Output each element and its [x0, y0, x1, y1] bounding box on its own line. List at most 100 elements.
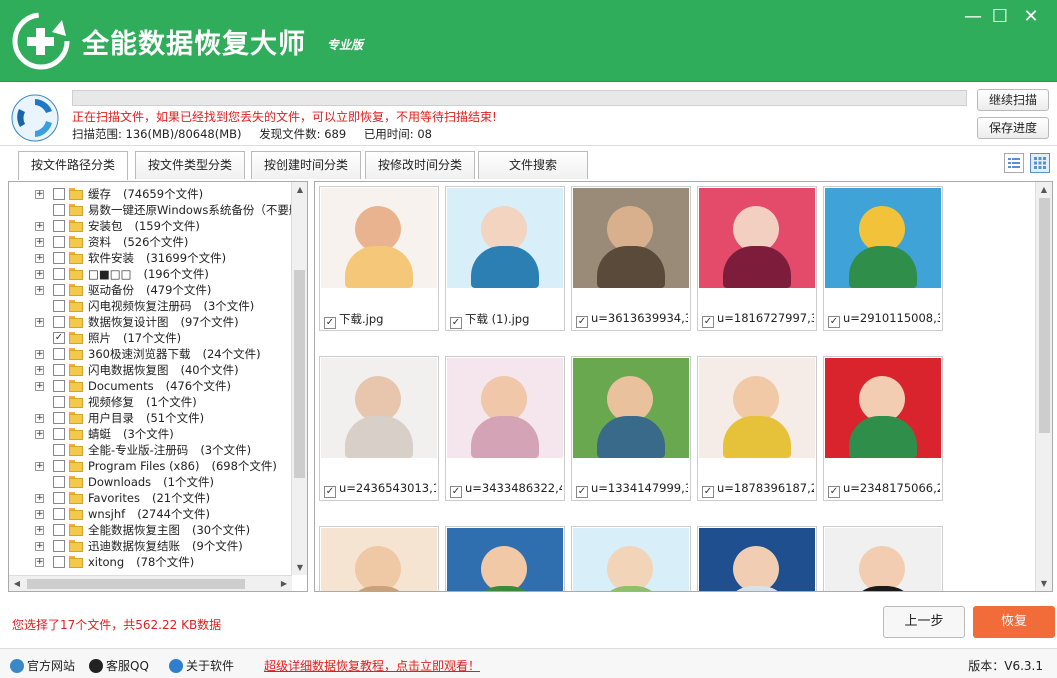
- tab-by-created[interactable]: 按创建时间分类: [251, 151, 361, 179]
- tree-checkbox[interactable]: [53, 412, 65, 424]
- file-thumbnail[interactable]: [697, 526, 817, 591]
- expand-icon[interactable]: +: [35, 318, 44, 327]
- file-checkbox[interactable]: ✓: [324, 317, 336, 329]
- file-thumbnail[interactable]: ✓u=3433486322,4...: [445, 356, 565, 501]
- tree-row[interactable]: + 驱动备份 (479个文件): [9, 282, 291, 298]
- file-checkbox[interactable]: ✓: [702, 486, 714, 498]
- tab-file-search[interactable]: 文件搜索: [478, 151, 588, 179]
- expand-icon[interactable]: +: [35, 270, 44, 279]
- tab-by-modified[interactable]: 按修改时间分类: [365, 151, 475, 179]
- tree-checkbox[interactable]: [53, 204, 65, 216]
- expand-icon[interactable]: +: [35, 238, 44, 247]
- tree-checkbox[interactable]: [53, 380, 65, 392]
- support-qq-link[interactable]: 客服QQ: [89, 657, 149, 674]
- expand-icon[interactable]: +: [35, 350, 44, 359]
- file-checkbox[interactable]: ✓: [828, 486, 840, 498]
- close-button[interactable]: ✕: [1020, 6, 1042, 28]
- tree-checkbox[interactable]: [53, 316, 65, 328]
- tree-checkbox[interactable]: [53, 364, 65, 376]
- tree-row[interactable]: + 资料 (526个文件): [9, 234, 291, 250]
- maximize-button[interactable]: ☐: [989, 6, 1011, 28]
- expand-icon[interactable]: +: [35, 414, 44, 423]
- tree-checkbox[interactable]: [53, 524, 65, 536]
- tree-scroll-thumb[interactable]: [294, 270, 305, 478]
- recover-button[interactable]: 恢复: [973, 606, 1055, 638]
- tree-row[interactable]: + xitong (78个文件): [9, 554, 291, 570]
- tree-row[interactable]: + 全能数据恢复主图 (30个文件): [9, 522, 291, 538]
- expand-icon[interactable]: +: [35, 382, 44, 391]
- tree-row[interactable]: 闪电视频恢复注册码 (3个文件): [9, 298, 291, 314]
- tree-hscroll-thumb[interactable]: [27, 579, 245, 589]
- file-thumbnail[interactable]: [571, 526, 691, 591]
- expand-icon[interactable]: +: [35, 526, 44, 535]
- tree-row[interactable]: + 软件安装 (31699个文件): [9, 250, 291, 266]
- file-checkbox[interactable]: ✓: [324, 486, 336, 498]
- tree-horizontal-scrollbar[interactable]: ◀ ▶: [9, 575, 292, 591]
- tree-row[interactable]: + 迅迪数据恢复结账 (9个文件): [9, 538, 291, 554]
- thumbnail-scroll-thumb[interactable]: [1039, 198, 1050, 433]
- tree-checkbox[interactable]: [53, 268, 65, 280]
- expand-icon[interactable]: +: [35, 558, 44, 567]
- thumbnail-vertical-scrollbar[interactable]: ▲ ▼: [1035, 182, 1052, 591]
- file-checkbox[interactable]: ✓: [828, 316, 840, 328]
- expand-icon[interactable]: +: [35, 286, 44, 295]
- file-thumbnail[interactable]: ✓ 下载 (1).jpg: [445, 186, 565, 331]
- expand-icon[interactable]: +: [35, 366, 44, 375]
- tree-row[interactable]: + 用户目录 (51个文件): [9, 410, 291, 426]
- expand-icon[interactable]: +: [35, 510, 44, 519]
- tab-by-path[interactable]: 按文件路径分类: [18, 151, 128, 180]
- file-thumbnail[interactable]: ✓u=3613639934,3...: [571, 186, 691, 331]
- tree-row[interactable]: 视频修复 (1个文件): [9, 394, 291, 410]
- file-thumbnail[interactable]: [319, 526, 439, 591]
- tree-row[interactable]: + □■□□ (196个文件): [9, 266, 291, 282]
- file-checkbox[interactable]: ✓: [576, 316, 588, 328]
- file-checkbox[interactable]: ✓: [450, 486, 462, 498]
- tree-row[interactable]: +360极速浏览器下载 (24个文件): [9, 346, 291, 362]
- tree-row[interactable]: + Program Files (x86) (698个文件): [9, 458, 291, 474]
- official-website-link[interactable]: 官方网站: [10, 657, 75, 674]
- tree-checkbox[interactable]: [53, 508, 65, 520]
- file-thumbnail[interactable]: ✓u=1878396187,2...: [697, 356, 817, 501]
- grid-view-icon[interactable]: [1030, 153, 1050, 173]
- file-thumbnail[interactable]: ✓u=2436543013,1...: [319, 356, 439, 501]
- tree-row[interactable]: 全能-专业版-注册码 (3个文件): [9, 442, 291, 458]
- tree-checkbox[interactable]: ✓: [53, 332, 65, 344]
- tree-checkbox[interactable]: [53, 556, 65, 568]
- expand-icon[interactable]: +: [35, 462, 44, 471]
- tree-checkbox[interactable]: [53, 220, 65, 232]
- tree-row[interactable]: + 蜻蜓 (3个文件): [9, 426, 291, 442]
- file-thumbnail[interactable]: [445, 526, 565, 591]
- file-checkbox[interactable]: ✓: [450, 317, 462, 329]
- tree-row[interactable]: + wnsjhf (2744个文件): [9, 506, 291, 522]
- file-thumbnail[interactable]: ✓u=1334147999,3...: [571, 356, 691, 501]
- about-software-link[interactable]: 关于软件: [169, 657, 234, 674]
- tree-checkbox[interactable]: [53, 252, 65, 264]
- expand-icon[interactable]: +: [35, 190, 44, 199]
- tree-row[interactable]: + 闪电数据恢复图 (40个文件): [9, 362, 291, 378]
- expand-icon[interactable]: +: [35, 430, 44, 439]
- expand-icon[interactable]: +: [35, 222, 44, 231]
- tree-checkbox[interactable]: [53, 492, 65, 504]
- expand-icon[interactable]: +: [35, 254, 44, 263]
- file-thumbnail[interactable]: ✓ 下载.jpg: [319, 186, 439, 331]
- file-thumbnail[interactable]: ✓u=2348175066,2...: [823, 356, 943, 501]
- tutorial-link[interactable]: 超级详细数据恢复教程，点击立即观看！: [264, 657, 480, 674]
- minimize-button[interactable]: —: [962, 6, 984, 28]
- tree-row[interactable]: 易数一键还原Windows系统备份（不要删: [9, 202, 300, 218]
- tree-row[interactable]: Downloads (1个文件): [9, 474, 291, 490]
- file-thumbnail[interactable]: [823, 526, 943, 591]
- tab-by-type[interactable]: 按文件类型分类: [135, 151, 245, 179]
- tree-checkbox[interactable]: [53, 236, 65, 248]
- tree-checkbox[interactable]: [53, 284, 65, 296]
- expand-icon[interactable]: +: [35, 494, 44, 503]
- tree-vertical-scrollbar[interactable]: ▲ ▼: [291, 182, 307, 575]
- tree-row[interactable]: + Favorites (21个文件): [9, 490, 291, 506]
- tree-checkbox[interactable]: [53, 348, 65, 360]
- tree-checkbox[interactable]: [53, 460, 65, 472]
- file-checkbox[interactable]: ✓: [576, 486, 588, 498]
- continue-scan-button[interactable]: 继续扫描: [977, 89, 1049, 111]
- tree-checkbox[interactable]: [53, 428, 65, 440]
- back-button[interactable]: 上一步: [883, 606, 965, 638]
- tree-checkbox[interactable]: [53, 444, 65, 456]
- tree-row[interactable]: + 缓存 (74659个文件): [9, 186, 291, 202]
